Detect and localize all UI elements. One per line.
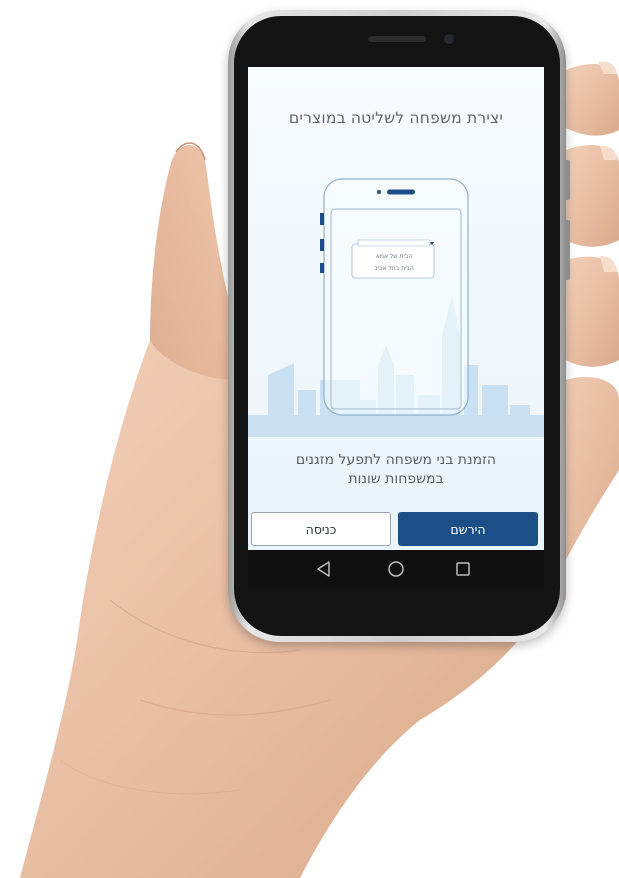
smartphone: יצירת משפחה לשליטה במוצרים הבית של אמא ה… <box>228 10 570 642</box>
illustration-dropdown-item-2: הבית בתל אביב <box>374 265 414 272</box>
login-button[interactable]: כניסה <box>251 512 391 546</box>
power-button <box>566 220 570 280</box>
android-navigation-bar <box>248 550 544 588</box>
app-screen: יצירת משפחה לשליטה במוצרים הבית של אמא ה… <box>248 67 544 550</box>
front-camera <box>444 34 454 44</box>
earpiece-speaker <box>368 36 426 42</box>
feature-description: הזמנת בני משפחה לתפעל מזגנים במשפחות שונ… <box>268 451 524 489</box>
photo-stage: יצירת משפחה לשליטה במוצרים הבית של אמא ה… <box>0 0 619 878</box>
feature-description-line-2: במשפחות שונות <box>348 471 444 487</box>
volume-button <box>566 160 570 200</box>
recents-square-icon[interactable] <box>453 559 473 579</box>
feature-description-line-1: הזמנת בני משפחה לתפעל מזגנים <box>295 452 497 468</box>
back-triangle-icon[interactable] <box>314 559 334 579</box>
register-button[interactable]: הירשם <box>398 512 538 546</box>
illustration-phone-outline <box>323 178 469 416</box>
home-circle-icon[interactable] <box>386 559 406 579</box>
page-title: יצירת משפחה לשליטה במוצרים <box>288 109 504 127</box>
illustration-dropdown-item-1: הבית של אמא <box>375 253 413 260</box>
onboarding-illustration <box>248 178 544 437</box>
